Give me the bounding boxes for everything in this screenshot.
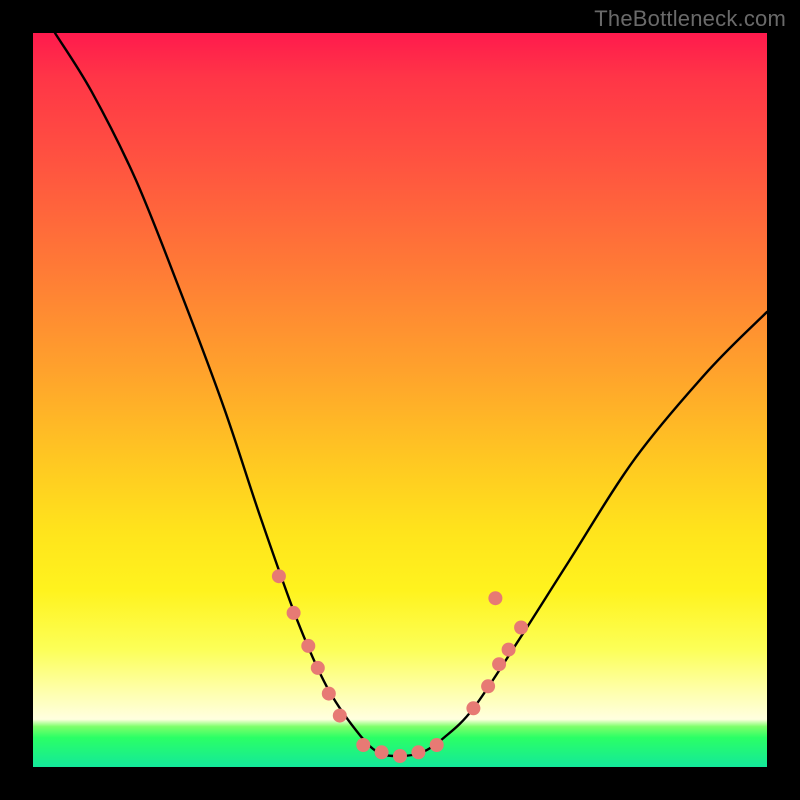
curve-marker (466, 701, 480, 715)
curve-markers (33, 33, 767, 767)
curve-marker (488, 591, 502, 605)
curve-marker (311, 661, 325, 675)
curve-marker (287, 606, 301, 620)
curve-marker (411, 745, 425, 759)
watermark-label: TheBottleneck.com (594, 6, 786, 32)
curve-marker (272, 569, 286, 583)
chart-stage: TheBottleneck.com (0, 0, 800, 800)
curve-marker (333, 709, 347, 723)
curve-marker (514, 621, 528, 635)
curve-marker (481, 679, 495, 693)
curve-marker (492, 657, 506, 671)
plot-area (33, 33, 767, 767)
curve-marker (322, 687, 336, 701)
curve-marker (301, 639, 315, 653)
curve-marker (375, 745, 389, 759)
curve-marker (356, 738, 370, 752)
curve-marker (430, 738, 444, 752)
curve-marker (502, 643, 516, 657)
curve-marker (393, 749, 407, 763)
